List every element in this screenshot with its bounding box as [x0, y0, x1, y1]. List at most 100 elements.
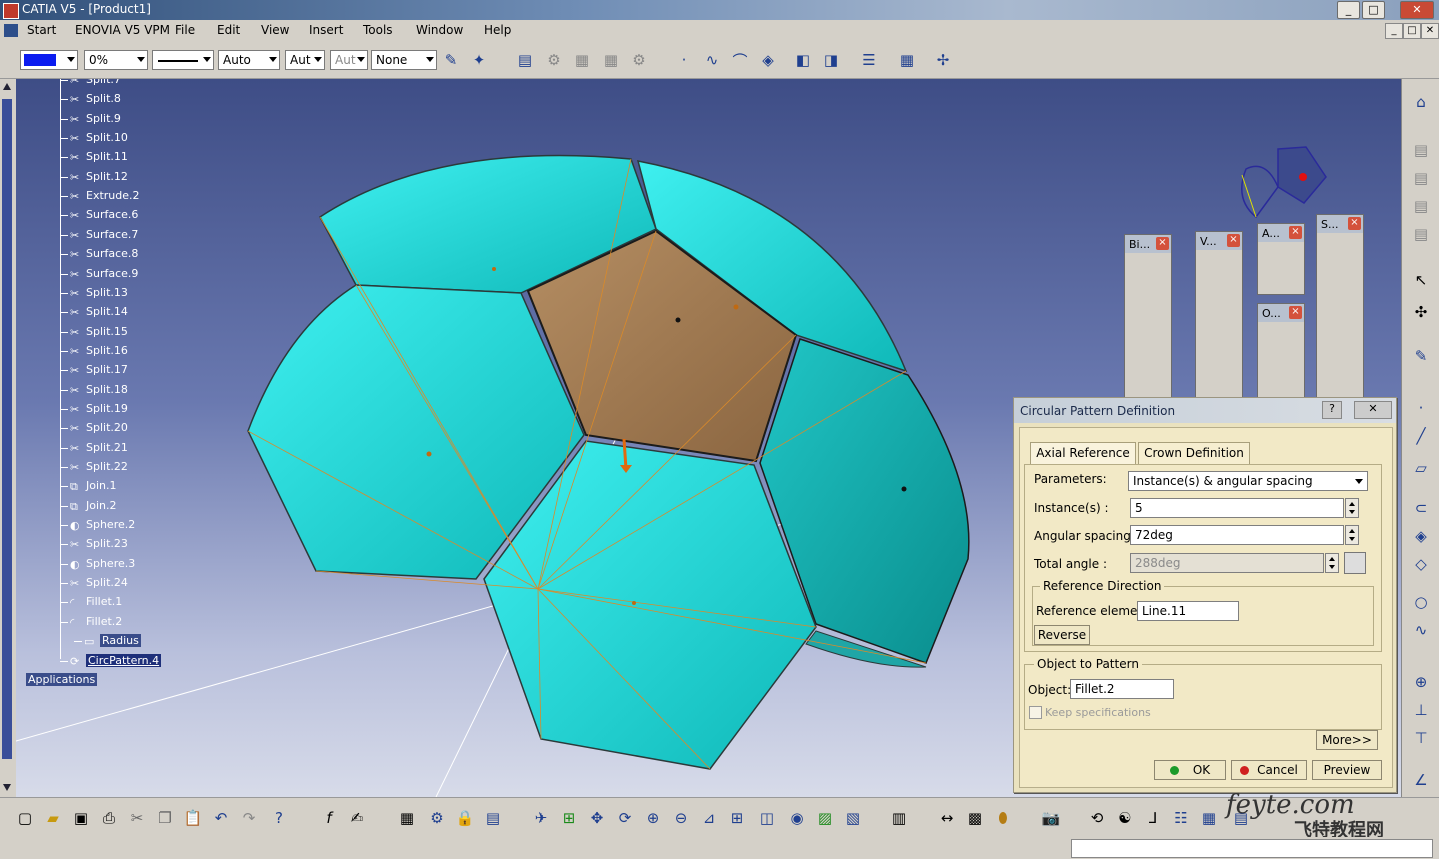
parameters-select[interactable]: Instance(s) & angular spacing: [1128, 471, 1368, 491]
tree-item[interactable]: Fillet.1: [86, 595, 122, 608]
cancel-button[interactable]: Cancel: [1231, 760, 1307, 780]
law-icon[interactable]: ∠: [1410, 769, 1432, 791]
gear-icon[interactable]: ⚙: [628, 49, 650, 71]
color-combo[interactable]: [20, 50, 78, 70]
render-icon[interactable]: ☯: [1114, 807, 1136, 829]
circle-tool-icon[interactable]: ○: [1410, 591, 1432, 613]
save-icon[interactable]: ▣: [70, 807, 92, 829]
panel-s[interactable]: S... ×: [1316, 214, 1364, 406]
copy-icon[interactable]: ❐: [154, 807, 176, 829]
panel-bi-close-icon[interactable]: ×: [1156, 237, 1169, 250]
shading-icon[interactable]: ◉: [786, 807, 808, 829]
redo-icon[interactable]: ↷: [238, 807, 260, 829]
comment-icon[interactable]: ✍: [346, 807, 368, 829]
iso-view-icon[interactable]: ◫: [756, 807, 778, 829]
measure-icon[interactable]: [1344, 552, 1366, 574]
instances-spinner[interactable]: [1345, 498, 1359, 518]
point-tool-icon[interactable]: ·: [1410, 397, 1432, 419]
mdi-minimize-button[interactable]: _: [1385, 23, 1403, 39]
tree-item[interactable]: Split.19: [86, 402, 128, 415]
measure-between-icon[interactable]: ↔: [936, 807, 958, 829]
mdi-restore-button[interactable]: □: [1403, 23, 1421, 39]
table-icon[interactable]: ▦: [396, 807, 418, 829]
measure-tool-icon[interactable]: ▥: [888, 807, 910, 829]
tree-item[interactable]: Split.8: [86, 92, 121, 105]
preview-button[interactable]: Preview: [1312, 760, 1382, 780]
panel-v-close-icon[interactable]: ×: [1227, 234, 1240, 247]
tree-item[interactable]: Split.24: [86, 576, 128, 589]
tree-scrollbar[interactable]: [0, 79, 17, 797]
cut-icon[interactable]: ✂: [126, 807, 148, 829]
compass-icon[interactable]: [1241, 146, 1327, 219]
menu-tools[interactable]: Tools: [363, 23, 393, 37]
point-style-combo[interactable]: Aut: [285, 50, 325, 70]
snap-grid-icon[interactable]: ☷: [1170, 807, 1192, 829]
layer-style-combo[interactable]: Aut: [330, 50, 368, 70]
inertia-icon[interactable]: ⬮: [992, 807, 1014, 829]
tree-item[interactable]: Extrude.2: [86, 189, 140, 202]
snap-point-icon[interactable]: ✣: [1410, 301, 1432, 323]
axis-icon[interactable]: ⅃: [1142, 807, 1164, 829]
measure-item-icon[interactable]: ▩: [964, 807, 986, 829]
tab-axial-reference[interactable]: Axial Reference: [1030, 442, 1136, 465]
thickness-combo[interactable]: Auto: [218, 50, 280, 70]
undo-icon[interactable]: ↶: [210, 807, 232, 829]
tool-icon-4[interactable]: ▤: [1410, 223, 1432, 245]
painter-icon[interactable]: ✎: [440, 49, 462, 71]
workbench-icon[interactable]: ⌂: [1410, 91, 1432, 113]
instances-input[interactable]: 5: [1130, 498, 1344, 518]
print-icon[interactable]: ⎙: [98, 807, 120, 829]
tree-item[interactable]: Sphere.3: [86, 557, 135, 570]
swap-icon[interactable]: ⟲: [1086, 807, 1108, 829]
scroll-up-icon[interactable]: [3, 83, 11, 90]
tree-item[interactable]: Join.1: [86, 479, 117, 492]
param-icon[interactable]: ▤: [482, 807, 504, 829]
split-icon[interactable]: ⊥: [1410, 699, 1432, 721]
formula-icon[interactable]: f: [318, 807, 340, 829]
solid-icon[interactable]: ◧: [792, 49, 814, 71]
tree-item[interactable]: Surface.9: [86, 267, 138, 280]
new-file-icon[interactable]: ▢: [14, 807, 36, 829]
curve-icon[interactable]: ⌒: [729, 49, 751, 71]
menu-enovia[interactable]: ENOVIA V5 VPM: [75, 23, 170, 37]
swap-space-icon[interactable]: ▧: [842, 807, 864, 829]
part-icon[interactable]: ▦: [600, 49, 622, 71]
solid2-icon[interactable]: ◨: [820, 49, 842, 71]
menu-file[interactable]: File: [175, 23, 195, 37]
command-input[interactable]: [1071, 839, 1433, 858]
snap-icon[interactable]: ✢: [932, 49, 954, 71]
plane-tool-icon[interactable]: ▱: [1410, 457, 1432, 479]
fly-icon[interactable]: ✈: [530, 807, 552, 829]
keep-spec-checkbox[interactable]: [1029, 706, 1042, 719]
product-icon[interactable]: ▦: [571, 49, 593, 71]
trim-icon[interactable]: ⊤: [1410, 727, 1432, 749]
menu-start[interactable]: Start: [27, 23, 56, 37]
menu-edit[interactable]: Edit: [217, 23, 240, 37]
tree-item[interactable]: Split.15: [86, 325, 128, 338]
more-button[interactable]: More>>: [1316, 730, 1378, 750]
zoom-out-icon[interactable]: ⊖: [670, 807, 692, 829]
tree-item[interactable]: Split.21: [86, 441, 128, 454]
knowledge-icon[interactable]: ⚙: [426, 807, 448, 829]
maximize-button[interactable]: □: [1362, 1, 1385, 19]
angular-spacing-spinner[interactable]: [1345, 525, 1359, 545]
tree-item[interactable]: CircPattern.4: [86, 653, 162, 667]
join-icon[interactable]: ⊕: [1410, 671, 1432, 693]
stack-icon[interactable]: ☰: [858, 49, 880, 71]
paste-icon[interactable]: 📋: [182, 807, 204, 829]
grid-icon[interactable]: ▦: [896, 49, 918, 71]
ok-button[interactable]: OK: [1154, 760, 1226, 780]
fill-icon[interactable]: ◇: [1410, 553, 1432, 575]
capture-icon[interactable]: 📷: [1040, 807, 1062, 829]
scroll-down-icon[interactable]: [3, 784, 11, 791]
sketcher-icon[interactable]: ✎: [1410, 345, 1432, 367]
line-tool-icon[interactable]: ╱: [1410, 425, 1432, 447]
zoom-in-icon[interactable]: ⊕: [642, 807, 664, 829]
open-folder-icon[interactable]: ▰: [42, 807, 64, 829]
tree-item[interactable]: Radius: [100, 634, 141, 648]
dialog-help-button[interactable]: ?: [1322, 401, 1342, 419]
sweep-icon[interactable]: ◈: [1410, 525, 1432, 547]
tree-item[interactable]: Split.14: [86, 305, 128, 318]
tool-icon-3[interactable]: ▤: [1410, 195, 1432, 217]
whats-this-icon[interactable]: ?: [268, 807, 290, 829]
